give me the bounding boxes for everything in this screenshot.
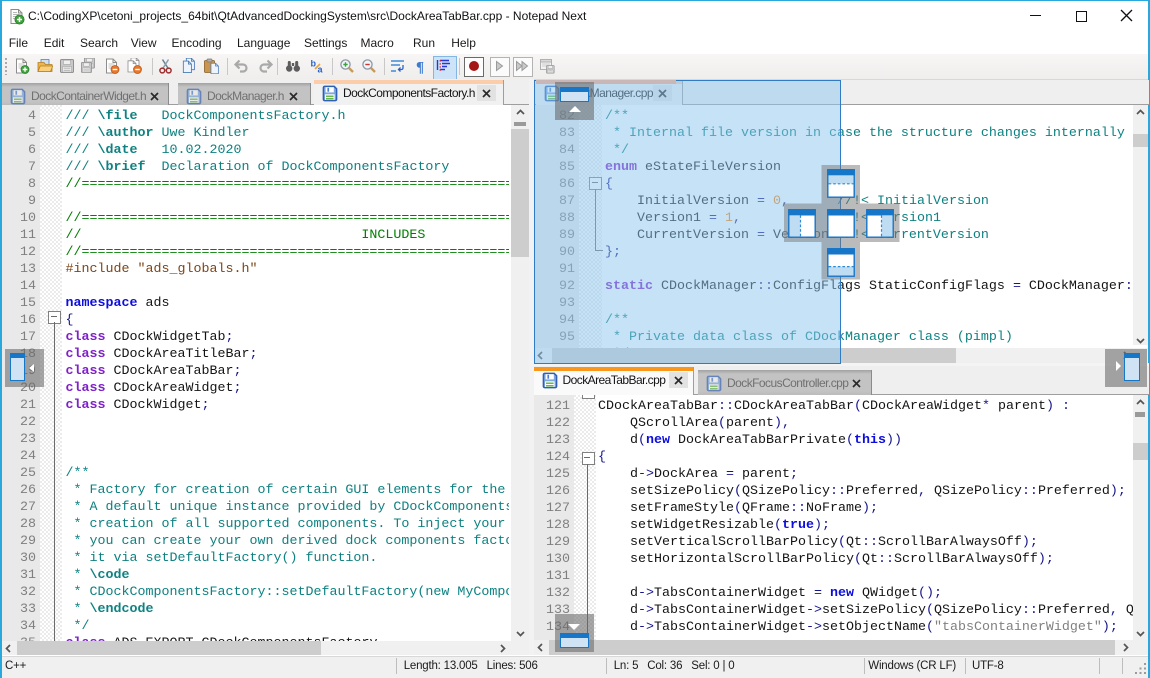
svg-text:¶: ¶ — [416, 60, 424, 75]
svg-text:b: b — [311, 59, 317, 69]
